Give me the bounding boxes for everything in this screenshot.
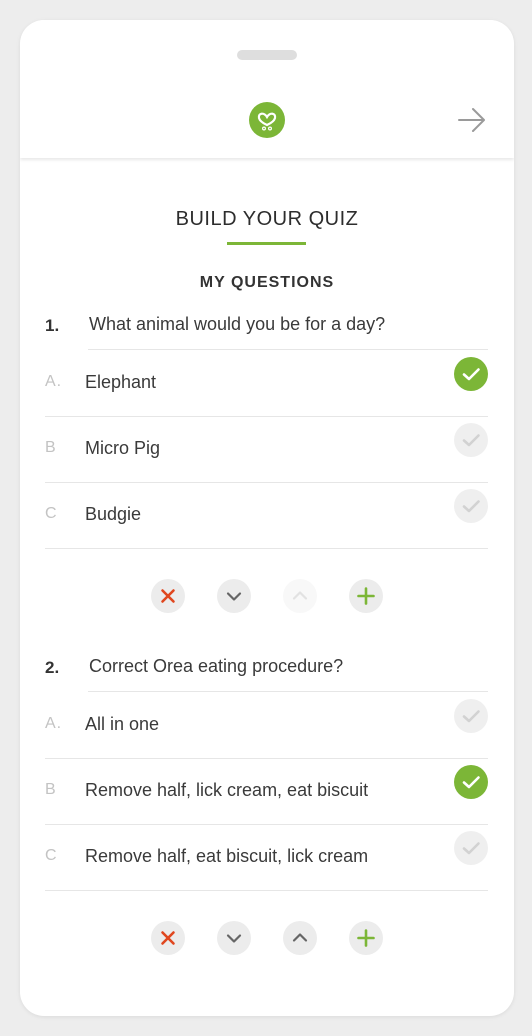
answer-text[interactable]: All in one (85, 714, 159, 735)
question-actions (20, 579, 514, 613)
chevron-down-icon[interactable] (217, 579, 251, 613)
checkmark-icon[interactable] (454, 831, 488, 865)
answer-row[interactable]: C Budgie (45, 482, 488, 549)
chevron-up-icon[interactable] (283, 921, 317, 955)
page-title: BUILD YOUR QUIZ (175, 208, 359, 230)
section-heading: MY QUESTIONS (199, 274, 335, 291)
top-bar (20, 20, 514, 158)
answer-letter: A. (45, 373, 63, 390)
checkmark-icon[interactable] (454, 489, 488, 523)
answer-text[interactable]: Budgie (85, 504, 141, 525)
quiz-builder: BUILD YOUR QUIZ MY QUESTIONS 1. What anim… (20, 158, 514, 1016)
checkmark-icon[interactable] (454, 423, 488, 457)
close-icon[interactable] (151, 921, 185, 955)
phone-screen: BUILD YOUR QUIZ MY QUESTIONS 1. What anim… (20, 20, 514, 1016)
answer-row[interactable]: B Remove half, lick cream, eat biscuit (45, 758, 488, 825)
checkmark-icon[interactable] (454, 765, 488, 799)
answer-letter: C (45, 505, 58, 522)
answer-row[interactable]: C Remove half, eat biscuit, lick cream (45, 824, 488, 891)
answer-row[interactable]: A. Elephant (45, 350, 488, 417)
question-text[interactable]: Correct Orea eating procedure? (89, 656, 343, 677)
answer-text[interactable]: Micro Pig (85, 438, 160, 459)
chevron-down-icon[interactable] (217, 921, 251, 955)
question-number: 1. (45, 316, 60, 335)
question-actions (20, 921, 514, 955)
plus-icon[interactable] (349, 579, 383, 613)
answer-text[interactable]: Remove half, eat biscuit, lick cream (85, 846, 368, 867)
arrow-right-icon[interactable] (457, 106, 487, 134)
heart-chain-icon[interactable] (249, 102, 285, 138)
answer-letter: C (45, 847, 58, 864)
chevron-up-icon[interactable] (283, 579, 317, 613)
checkmark-icon[interactable] (454, 357, 488, 391)
checkmark-icon[interactable] (454, 699, 488, 733)
answer-letter: A. (45, 715, 63, 732)
question-text[interactable]: What animal would you be for a day? (89, 314, 385, 335)
answer-letter: B (45, 781, 57, 798)
drag-handle[interactable] (237, 50, 297, 60)
answer-text[interactable]: Remove half, lick cream, eat biscuit (85, 780, 368, 801)
close-icon[interactable] (151, 579, 185, 613)
answer-row[interactable]: A. All in one (45, 692, 488, 759)
answer-letter: B (45, 439, 57, 456)
plus-icon[interactable] (349, 921, 383, 955)
answer-row[interactable]: B Micro Pig (45, 416, 488, 483)
question-number: 2. (45, 658, 60, 677)
answer-text[interactable]: Elephant (85, 372, 156, 393)
title-underline (227, 242, 306, 245)
